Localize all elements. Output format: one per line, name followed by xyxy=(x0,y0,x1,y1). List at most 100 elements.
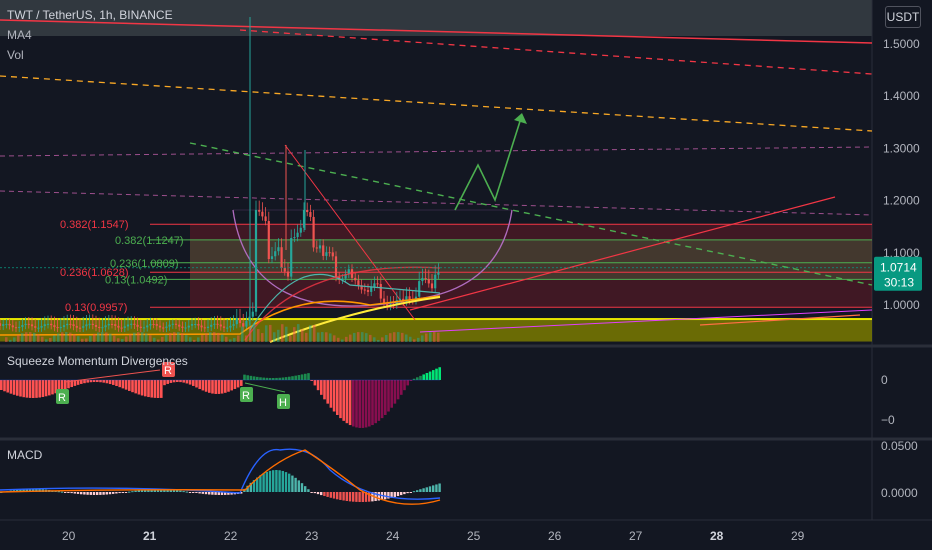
volume-bar xyxy=(261,333,264,342)
squeeze-bar xyxy=(108,380,112,385)
ma4-indicator-label[interactable]: MA4 xyxy=(7,28,32,42)
macd-bar xyxy=(214,492,217,495)
squeeze-title[interactable]: Squeeze Momentum Divergences xyxy=(7,354,188,368)
volume-bar xyxy=(5,337,8,342)
volume-bar xyxy=(201,335,204,342)
volume-bar xyxy=(265,325,268,342)
candle-body xyxy=(158,325,162,328)
fib-label-5: 0.13(0.9957) xyxy=(65,302,127,314)
squeeze-bar xyxy=(185,380,189,384)
volume-bar xyxy=(293,327,296,342)
macd-bar xyxy=(336,492,339,500)
squeeze-bar xyxy=(329,380,333,408)
candle-body xyxy=(174,323,178,325)
squeeze-bar xyxy=(435,368,438,380)
fib-label-1: 0.382(1.1247) xyxy=(115,235,184,247)
macd-bar xyxy=(211,492,214,495)
candle-body xyxy=(62,325,66,328)
squeeze-bar xyxy=(176,380,179,383)
squeeze-bar xyxy=(275,377,278,380)
candle-body xyxy=(72,324,75,327)
squeeze-bar xyxy=(393,380,397,404)
candle-body xyxy=(437,272,440,275)
candle-body xyxy=(232,324,235,326)
macd-bar xyxy=(134,490,137,492)
symbol-title[interactable]: TWT / TetherUS, 1h, BINANCE xyxy=(7,8,173,22)
macd-bar xyxy=(345,492,348,501)
volume-bar xyxy=(425,333,428,342)
candle-body xyxy=(27,323,30,325)
squeeze-bar xyxy=(377,380,381,421)
volume-bar xyxy=(21,333,24,342)
candle-body xyxy=(354,277,357,281)
vol-indicator-label[interactable]: Vol xyxy=(7,48,24,62)
macd-title[interactable]: MACD xyxy=(7,448,42,462)
volume-bar xyxy=(409,336,412,342)
candle-body xyxy=(88,323,91,325)
volume-bar xyxy=(249,327,252,342)
candle-body xyxy=(66,323,69,326)
volume-bar xyxy=(305,332,308,342)
volume-bar xyxy=(41,336,44,342)
volume-bar xyxy=(193,339,196,342)
candle-body xyxy=(46,323,50,325)
macd-bar xyxy=(204,492,208,495)
squeeze-bar xyxy=(323,380,326,400)
purple-dashed-line-1 xyxy=(0,146,873,157)
candle-body xyxy=(245,320,248,327)
candle-body xyxy=(242,323,245,327)
squeeze-bar xyxy=(102,380,105,383)
x-tick: 26 xyxy=(548,529,562,543)
macd-tick: 0.0000 xyxy=(881,486,918,500)
macd-bar xyxy=(297,480,300,492)
x-tick: 28 xyxy=(710,529,724,543)
volume-bar xyxy=(217,332,220,342)
candle-body xyxy=(126,324,130,327)
candle-body xyxy=(258,210,261,212)
candle-body xyxy=(334,256,338,278)
currency-badge[interactable]: USDT xyxy=(885,6,921,28)
candle-body xyxy=(94,325,98,327)
candle-body xyxy=(325,252,328,256)
x-tick: 21 xyxy=(143,529,157,543)
candle-body xyxy=(194,323,197,325)
candle-body xyxy=(2,324,5,326)
squeeze-bar xyxy=(320,380,323,395)
macd-bar xyxy=(73,492,76,494)
volume-bar xyxy=(181,333,184,342)
squeeze-marker-R: R xyxy=(58,392,66,404)
macd-bar xyxy=(396,492,400,497)
volume-bar xyxy=(405,334,408,342)
candle-body xyxy=(229,325,232,328)
volume-bar xyxy=(389,333,392,342)
volume-bar xyxy=(73,334,76,342)
candle-body xyxy=(296,232,299,238)
candle-body xyxy=(434,274,437,289)
squeeze-bar xyxy=(355,380,358,428)
candle-body xyxy=(190,324,194,326)
candle-body xyxy=(187,325,190,328)
volume-bar xyxy=(77,336,80,342)
chart-root: 0.382(1.1547) 0.382(1.1247) 0.236(1.0809) 0… xyxy=(0,0,932,550)
volume-bar xyxy=(197,337,200,342)
volume-bar xyxy=(221,334,224,342)
squeeze-bar xyxy=(48,380,51,396)
candle-body xyxy=(146,325,149,328)
squeeze-bar xyxy=(137,380,141,395)
macd-bar xyxy=(67,492,70,493)
squeeze-bar xyxy=(387,380,390,412)
candle-body xyxy=(98,326,101,328)
price-tick: 1.2000 xyxy=(883,194,920,208)
candle-body xyxy=(178,324,181,327)
x-tick: 23 xyxy=(305,529,319,543)
volume-bar xyxy=(237,335,240,342)
macd-bar xyxy=(419,489,422,492)
squeeze-bar xyxy=(105,380,109,384)
candle-body xyxy=(8,323,11,326)
macd-bar xyxy=(99,492,102,495)
candle-body xyxy=(274,251,277,257)
volume-bar xyxy=(357,332,360,342)
squeeze-bar xyxy=(332,380,336,412)
volume-bar xyxy=(437,332,440,342)
candle-body xyxy=(149,323,152,326)
